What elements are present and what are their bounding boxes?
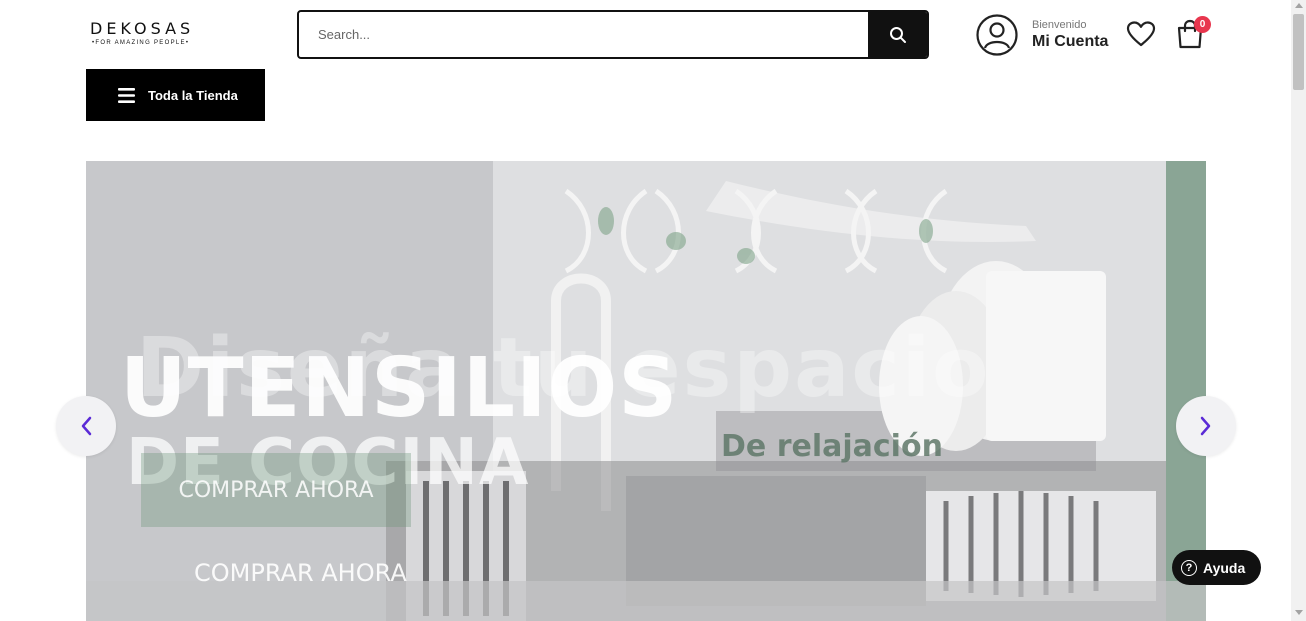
account-greeting: Bienvenido xyxy=(1032,18,1087,31)
user-icon xyxy=(976,14,1018,56)
account-link[interactable]: Bienvenido Mi Cuenta xyxy=(976,14,1108,56)
logo-name: DEKOSAS xyxy=(90,19,195,38)
scrollbar-thumb[interactable] xyxy=(1293,14,1304,90)
help-button[interactable]: ? Ayuda xyxy=(1172,550,1261,585)
scroll-down-arrow-icon[interactable] xyxy=(1295,610,1303,615)
page-scrollbar[interactable] xyxy=(1291,0,1306,621)
menu-icon xyxy=(118,87,135,103)
logo-tagline: •FOR AMAZING PEOPLE• xyxy=(92,40,190,46)
shop-now-label-primary: COMPRAR AHORA xyxy=(178,477,374,503)
hero-banner: Diseña tu espacio UTENSILIOS DE COCINA D… xyxy=(86,161,1206,621)
help-label: Ayuda xyxy=(1203,559,1246,576)
search-bar xyxy=(297,10,929,59)
search-button[interactable] xyxy=(868,12,927,57)
logo[interactable]: DEKOSAS •FOR AMAZING PEOPLE• xyxy=(90,19,210,47)
cart-count-badge: 0 xyxy=(1194,16,1211,33)
search-input[interactable] xyxy=(299,12,868,57)
shop-now-button-secondary[interactable]: COMPRAR AHORA xyxy=(194,559,407,587)
account-label: Mi Cuenta xyxy=(1032,32,1109,50)
all-store-button[interactable]: Toda la Tienda xyxy=(86,69,265,121)
banner-subtitle: De relajación xyxy=(721,429,943,464)
question-icon: ? xyxy=(1181,559,1197,576)
chevron-right-icon xyxy=(1200,416,1211,436)
banner-title-line-1: UTENSILIOS xyxy=(120,341,679,436)
all-store-label: Toda la Tienda xyxy=(148,87,238,103)
carousel-prev-button[interactable] xyxy=(56,396,116,456)
chevron-left-icon xyxy=(81,416,92,436)
heart-icon[interactable] xyxy=(1126,20,1156,48)
carousel-next-button[interactable] xyxy=(1176,396,1236,456)
shop-now-button-primary[interactable]: COMPRAR AHORA xyxy=(141,453,411,527)
scroll-up-arrow-icon[interactable] xyxy=(1295,3,1303,8)
search-icon xyxy=(889,26,906,43)
